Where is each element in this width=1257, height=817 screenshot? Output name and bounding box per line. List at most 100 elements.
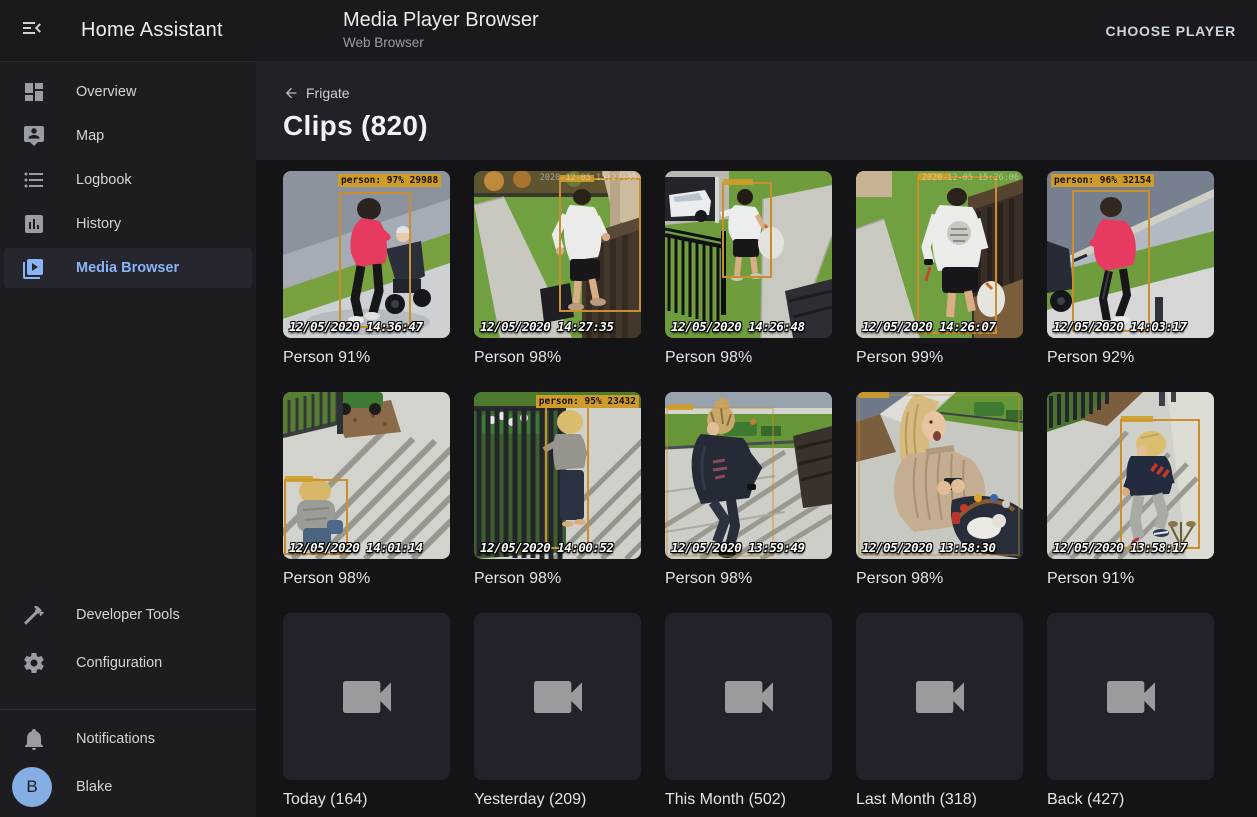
folder-label: Yesterday (209) — [474, 790, 641, 810]
camera-snapshot — [665, 171, 832, 338]
camera-snapshot — [474, 171, 641, 338]
folder-label: Today (164) — [283, 790, 450, 810]
panel-header: Media Player Browser Web Browser — [343, 9, 539, 50]
sidebar-item-label: Logbook — [76, 172, 132, 188]
clip-card: 12/05/2020 14:01:14 Person 98% — [283, 392, 450, 589]
clip-card: person: 96% 32154 12/05/2020 14:03:17 Pe… — [1047, 171, 1214, 368]
play-box-multiple-icon — [22, 256, 46, 280]
sidebar-item-configuration[interactable]: Configuration — [4, 643, 252, 683]
clip-thumbnail[interactable]: 12/05/2020 14:01:14 — [283, 392, 450, 559]
folder-thumbnail[interactable] — [283, 613, 450, 780]
camera-snapshot — [856, 171, 1023, 338]
clip-thumbnail[interactable]: 2020-12-05 15:26:06 12/05/2020 14:26:07 — [856, 171, 1023, 338]
clip-thumbnail[interactable]: 12/05/2020 13:58:30 — [856, 392, 1023, 559]
camera-snapshot — [665, 392, 832, 559]
clip-card: 2020-12-05 15:27:35 12/05/2020 14:27:35 … — [474, 171, 641, 368]
sidebar-item-developer-tools[interactable]: Developer Tools — [4, 595, 252, 635]
clip-timestamp: 12/05/2020 13:59:49 — [671, 540, 805, 555]
camera-osd-timestamp: 2020-12-05 15:26:06 — [922, 173, 1019, 183]
clip-caption: Person 91% — [1047, 569, 1214, 589]
breadcrumb-label: Frigate — [306, 85, 350, 101]
chart-box-icon — [22, 212, 46, 236]
video-icon — [717, 665, 781, 729]
clip-caption: Person 98% — [856, 569, 1023, 589]
sidebar-item-media-browser[interactable]: Media Browser — [4, 248, 252, 288]
top-app-bar: Home Assistant Media Player Browser Web … — [0, 0, 1257, 61]
clip-thumbnail[interactable]: 12/05/2020 13:58:17 — [1047, 392, 1214, 559]
sidebar-item-label: Media Browser — [76, 260, 179, 276]
cog-icon — [22, 651, 46, 675]
clip-card: 12/05/2020 14:26:48 Person 98% — [665, 171, 832, 368]
clip-thumbnail[interactable]: person: 97% 29988 12/05/2020 14:36:47 — [283, 171, 450, 338]
menu-open-icon — [20, 16, 44, 45]
detection-label: person: 97% 29988 — [338, 174, 441, 187]
sidebar-divider — [0, 709, 256, 710]
clip-caption: Person 98% — [474, 569, 641, 589]
sidebar-item-label: Overview — [76, 84, 136, 100]
clip-caption: Person 98% — [283, 569, 450, 589]
app-title: Home Assistant — [81, 19, 223, 42]
clip-thumbnail[interactable]: person: 96% 32154 12/05/2020 14:03:17 — [1047, 171, 1214, 338]
profile-name: Blake — [76, 779, 112, 795]
sidebar-item-logbook[interactable]: Logbook — [4, 160, 252, 200]
sidebar-item-overview[interactable]: Overview — [4, 72, 252, 112]
clip-timestamp: 12/05/2020 14:27:35 — [480, 319, 614, 334]
clip-caption: Person 91% — [283, 348, 450, 368]
panel-title: Media Player Browser — [343, 9, 539, 32]
clip-card: 2020-12-05 15:26:06 12/05/2020 14:26:07 … — [856, 171, 1023, 368]
tooltip-account-icon — [22, 124, 46, 148]
video-icon — [335, 665, 399, 729]
clip-timestamp: 12/05/2020 14:26:48 — [671, 319, 805, 334]
detection-chip — [859, 392, 889, 398]
clip-caption: Person 98% — [474, 348, 641, 368]
clip-timestamp: 12/05/2020 14:26:07 — [862, 319, 996, 334]
sidebar-item-profile[interactable]: B Blake — [4, 763, 252, 811]
clips-grid: person: 97% 29988 12/05/2020 14:36:47 Pe… — [283, 171, 1257, 810]
folder-label: Back (427) — [1047, 790, 1214, 810]
clip-thumbnail[interactable]: person: 95% 23432 12/05/2020 14:00:52 — [474, 392, 641, 559]
sidebar-item-history[interactable]: History — [4, 204, 252, 244]
clip-timestamp: 12/05/2020 13:58:17 — [1053, 540, 1187, 555]
folder-label: Last Month (318) — [856, 790, 1023, 810]
format-list-bulleted-icon — [22, 168, 46, 192]
folder-label: This Month (502) — [665, 790, 832, 810]
sidebar-item-label: Configuration — [76, 655, 162, 671]
content-header: Frigate Clips (820) — [256, 61, 1257, 160]
camera-snapshot — [283, 171, 450, 338]
clip-card: 12/05/2020 13:58:30 Person 98% — [856, 392, 1023, 589]
clip-timestamp: 12/05/2020 14:01:14 — [289, 540, 423, 555]
folder-thumbnail[interactable] — [474, 613, 641, 780]
clip-thumbnail[interactable]: 12/05/2020 13:59:49 — [665, 392, 832, 559]
detection-chip — [723, 179, 753, 185]
clip-caption: Person 99% — [856, 348, 1023, 368]
video-icon — [908, 665, 972, 729]
folder-thumbnail[interactable] — [856, 613, 1023, 780]
page-title: Clips (820) — [283, 110, 1257, 142]
choose-player-button[interactable]: CHOOSE PLAYER — [1106, 0, 1236, 61]
detection-label: person: 96% 32154 — [1051, 174, 1154, 187]
sidebar-spacer — [0, 292, 256, 591]
clip-caption: Person 92% — [1047, 348, 1214, 368]
folder-thumbnail[interactable] — [1047, 613, 1214, 780]
arrow-left-icon — [283, 85, 299, 101]
media-browser-panel: Frigate Clips (820) — [256, 61, 1257, 817]
view-dashboard-icon — [22, 80, 46, 104]
video-icon — [526, 665, 590, 729]
sidebar-item-map[interactable]: Map — [4, 116, 252, 156]
clip-timestamp: 12/05/2020 14:36:47 — [289, 319, 423, 334]
folder-card-back: Back (427) — [1047, 613, 1214, 810]
sidebar-item-notifications[interactable]: Notifications — [4, 719, 252, 759]
folder-thumbnail[interactable] — [665, 613, 832, 780]
clip-timestamp: 12/05/2020 13:58:30 — [862, 540, 996, 555]
clip-thumbnail[interactable]: 2020-12-05 15:27:35 12/05/2020 14:27:35 — [474, 171, 641, 338]
camera-osd-timestamp: 2020-12-05 15:27:35 — [540, 173, 637, 183]
folder-card-this-month: This Month (502) — [665, 613, 832, 810]
sidebar-toggle-button[interactable] — [8, 7, 56, 55]
detection-label: person: 95% 23432 — [536, 395, 639, 408]
clip-thumbnail[interactable]: 12/05/2020 14:26:48 — [665, 171, 832, 338]
clip-card: 12/05/2020 13:58:17 Person 91% — [1047, 392, 1214, 589]
breadcrumb-back[interactable]: Frigate — [283, 85, 350, 101]
camera-snapshot — [1047, 171, 1214, 338]
hammer-icon — [22, 603, 46, 627]
clip-caption: Person 98% — [665, 348, 832, 368]
